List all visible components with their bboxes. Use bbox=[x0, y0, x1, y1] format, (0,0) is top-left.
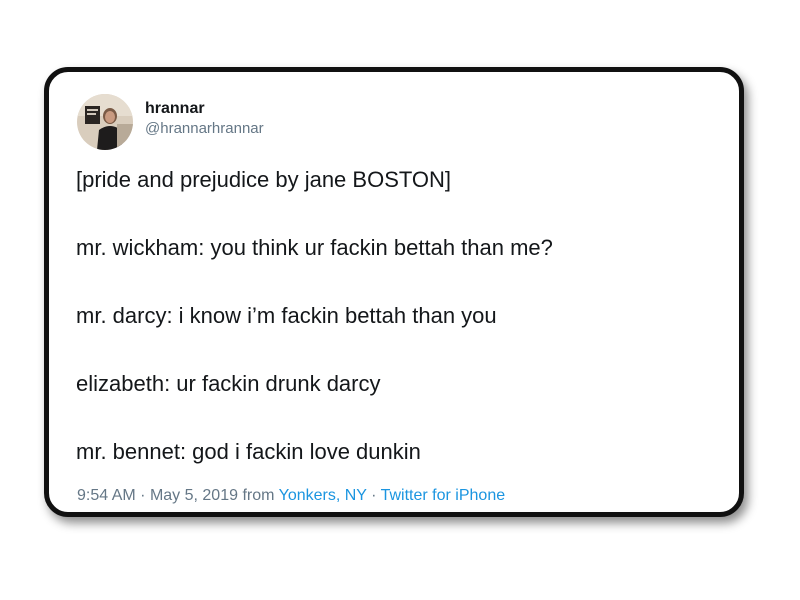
tweet-date[interactable]: May 5, 2019 bbox=[150, 487, 238, 504]
avatar[interactable] bbox=[77, 94, 133, 150]
profile-photo-icon bbox=[77, 94, 133, 150]
tweet-line: mr. darcy: i know i’m fackin bettah than… bbox=[76, 303, 497, 328]
source-link[interactable]: Twitter for iPhone bbox=[381, 487, 506, 504]
tweet-time[interactable]: 9:54 AM bbox=[77, 487, 136, 504]
tweet-metadata: 9:54 AM · May 5, 2019 from Yonkers, NY ·… bbox=[77, 486, 505, 506]
tweet-line: elizabeth: ur fackin drunk darcy bbox=[76, 371, 381, 396]
tweet-card: hrannar @hrannarhrannar [pride and preju… bbox=[44, 67, 744, 517]
tweet-body: [pride and prejudice by jane BOSTON] mr.… bbox=[76, 166, 716, 466]
from-label: from bbox=[242, 487, 275, 504]
tweet-line: mr. bennet: god i fackin love dunkin bbox=[76, 439, 421, 464]
tweet-header: hrannar @hrannarhrannar bbox=[77, 94, 264, 150]
user-handle[interactable]: @hrannarhrannar bbox=[145, 119, 264, 139]
tweet-line: mr. wickham: you think ur fackin bettah … bbox=[76, 235, 553, 260]
separator: · bbox=[140, 487, 146, 504]
display-name[interactable]: hrannar bbox=[145, 99, 264, 119]
location-link[interactable]: Yonkers, NY bbox=[279, 487, 367, 504]
tweet-line: [pride and prejudice by jane BOSTON] bbox=[76, 167, 452, 192]
separator: · bbox=[371, 487, 377, 504]
